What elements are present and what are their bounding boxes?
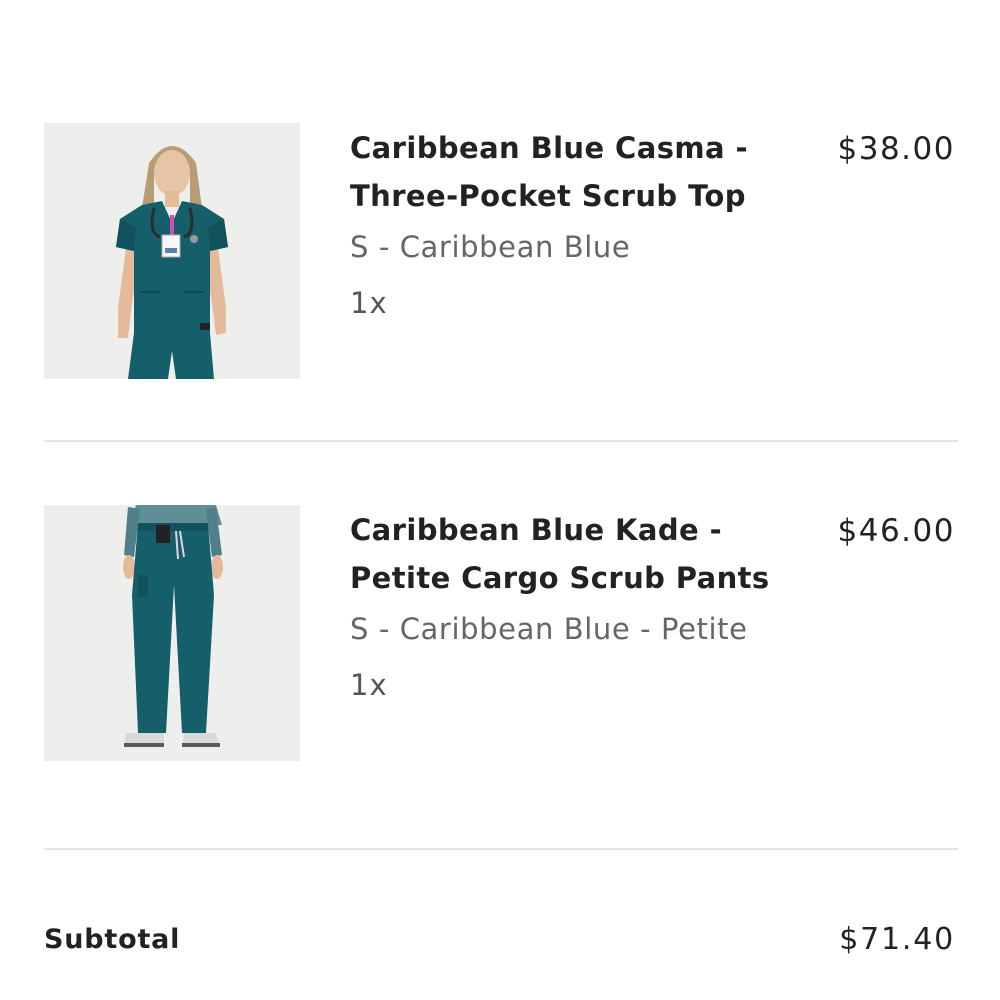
cart-item: Caribbean Blue Kade - Petite Cargo Scrub… (44, 505, 958, 761)
scrub-pants-photo (44, 505, 300, 761)
product-price: $38.00 (837, 131, 955, 167)
divider (44, 848, 958, 850)
product-quantity: 1x (350, 286, 388, 320)
product-name[interactable]: Caribbean Blue Casma - Three-Pocket Scru… (350, 124, 820, 220)
cart-item: Caribbean Blue Casma - Three-Pocket Scru… (44, 123, 958, 379)
subtotal-row: Subtotal $71.40 (44, 914, 958, 966)
scrub-top-photo (44, 123, 300, 379)
subtotal-label: Subtotal (44, 924, 181, 955)
product-image-scrub-top[interactable] (44, 123, 300, 379)
product-quantity: 1x (350, 668, 388, 702)
product-name[interactable]: Caribbean Blue Kade - Petite Cargo Scrub… (350, 506, 820, 602)
product-variant: S - Caribbean Blue - Petite (350, 612, 748, 646)
product-name-line: Caribbean Blue Kade - (350, 513, 723, 547)
product-info: Caribbean Blue Kade - Petite Cargo Scrub… (350, 505, 820, 710)
subtotal-value: $71.40 (839, 922, 955, 957)
product-name-line: Petite Cargo Scrub Pants (350, 561, 770, 595)
product-price: $46.00 (837, 513, 955, 549)
product-name-line: Three-Pocket Scrub Top (350, 179, 746, 213)
divider (44, 440, 958, 442)
product-variant: S - Caribbean Blue (350, 230, 631, 264)
product-image-scrub-pants[interactable] (44, 505, 300, 761)
product-name-line: Caribbean Blue Casma - (350, 131, 748, 165)
product-info: Caribbean Blue Casma - Three-Pocket Scru… (350, 123, 820, 328)
